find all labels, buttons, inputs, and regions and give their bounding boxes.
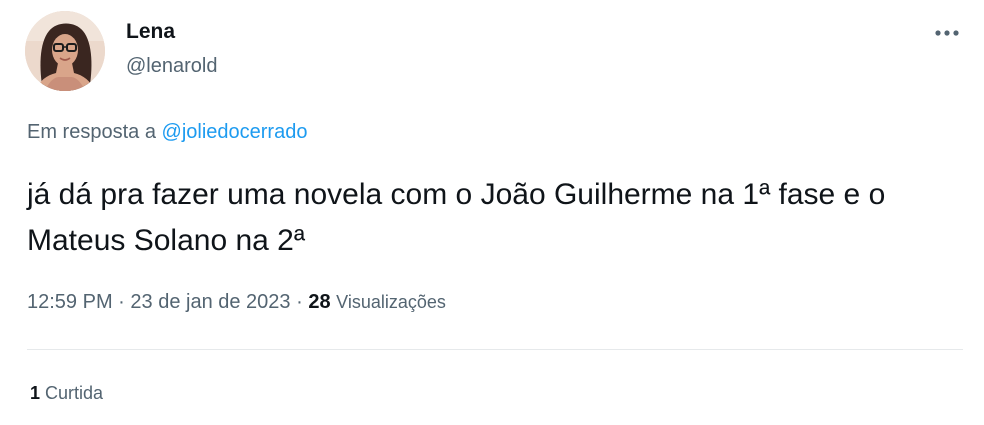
likes-count: 1 [30,383,41,403]
tweet-text: já dá pra fazer uma novela com o João Gu… [27,178,886,257]
reply-mention-link[interactable]: @joliedocerrado [162,121,308,143]
author-handle[interactable]: @lenarold [126,55,217,78]
views-label: Visualizações [336,292,446,312]
tweet-metadata: 12:59 PM · 23 de jan de 2023 · 28 Visual… [27,291,446,314]
meta-separator: · [296,291,303,313]
more-options-button[interactable] [928,18,966,48]
more-horizontal-icon [935,30,959,36]
reply-prefix: Em resposta a [27,121,156,143]
tweet-detail: Lena @lenarold Em resposta a @joliedocer… [0,0,984,425]
reply-context: Em resposta a @joliedocerrado [27,121,307,144]
divider [27,349,963,350]
tweet-time[interactable]: 12:59 PM [27,291,113,313]
author-display-name[interactable]: Lena [126,20,175,44]
likes-label: Curtida [45,383,104,403]
avatar[interactable] [25,11,105,91]
meta-separator: · [118,291,125,313]
views-count: 28 [308,291,331,313]
tweet-date[interactable]: 23 de jan de 2023 [130,291,290,313]
likes-link[interactable]: 1 Curtida [30,383,103,404]
avatar-photo [25,11,105,91]
